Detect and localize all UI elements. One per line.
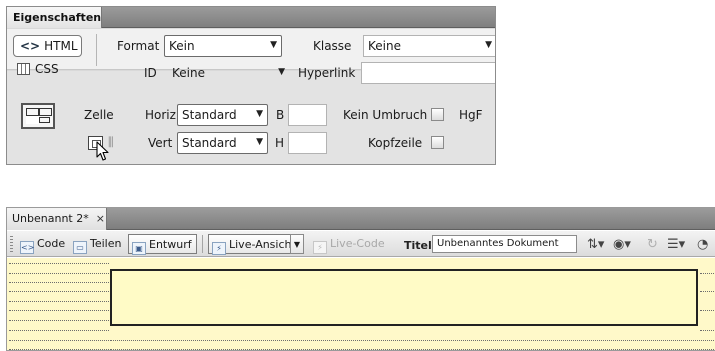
table-guide (9, 320, 109, 321)
table-guide (700, 310, 715, 311)
table-guide (9, 349, 109, 350)
format-value: Kein (169, 39, 195, 53)
cell-label: Zelle (84, 108, 114, 122)
toolbar-grip[interactable] (10, 236, 13, 252)
horiz-select[interactable]: Standard (177, 104, 268, 126)
code-view-label: Code (37, 237, 66, 250)
live-view-icon: ⚡ (212, 242, 226, 255)
code-view-icon: <> (20, 241, 35, 254)
no-wrap-checkbox[interactable] (431, 108, 444, 121)
id-value: Keine (172, 66, 205, 80)
table-guide (9, 263, 109, 264)
live-view-button[interactable]: ⚡ Live-Ansicht (208, 234, 301, 255)
table-guide (700, 291, 715, 292)
vert-value: Standard (182, 136, 237, 150)
bg-color-label: HgF (459, 108, 483, 122)
hyperlink-input[interactable] (361, 62, 495, 84)
file-management-icon[interactable]: ⇅▾ (587, 237, 604, 252)
divider (96, 34, 97, 66)
css-panel-icon (17, 63, 30, 75)
css-mode-label: CSS (35, 62, 59, 76)
hyperlink-label: Hyperlink (298, 66, 356, 80)
table-guide (9, 340, 109, 341)
close-icon[interactable]: × (96, 212, 105, 225)
id-label: ID (144, 66, 157, 80)
class-value: Keine (368, 39, 401, 53)
document-tab-label: Unbenannt 2* (12, 212, 89, 225)
split-view-label: Teilen (90, 237, 122, 250)
table-guide (110, 349, 715, 350)
format-label: Format (117, 39, 160, 53)
format-select[interactable]: Kein (164, 35, 282, 57)
design-view-label: Entwurf (149, 238, 192, 251)
css-mode-button[interactable]: CSS (17, 60, 59, 76)
split-view-icon: ▭ (73, 241, 87, 254)
document-tab[interactable]: Unbenannt 2* × (7, 208, 107, 230)
table-guide (9, 301, 109, 302)
header-label: Kopfzeile (368, 136, 423, 150)
design-canvas[interactable] (7, 258, 715, 350)
toolbar-divider (202, 235, 203, 253)
cursor-arrow-icon (96, 141, 109, 161)
visual-aids-icon[interactable]: ◔ (697, 237, 708, 252)
document-window: Unbenannt 2* × <> Code ▭ Teilen ▣ Entwurf ⚡ L… (6, 207, 715, 351)
table-cell-icon (21, 103, 55, 129)
view-options-icon[interactable]: ☰▾ (667, 237, 685, 252)
horiz-value: Standard (182, 108, 237, 122)
table-guide (700, 330, 715, 331)
table-guide (9, 330, 109, 331)
refresh-icon[interactable]: ↻ (647, 237, 658, 252)
title-value: Unbenanntes Dokument (437, 238, 559, 249)
split-view-button[interactable]: ▭ Teilen (70, 234, 125, 254)
class-label: Klasse (313, 39, 352, 53)
live-code-button[interactable]: ⚡ Live-Code (310, 234, 389, 254)
height-input[interactable] (288, 132, 327, 154)
design-view-button[interactable]: ▣ Entwurf (128, 234, 197, 255)
width-label: B (276, 108, 285, 122)
table-guide (9, 282, 109, 283)
id-select[interactable]: Keine (167, 62, 290, 84)
height-label: H (275, 136, 285, 150)
live-code-icon: ⚡ (313, 241, 327, 254)
no-wrap-label: Kein Umbruch (343, 108, 428, 122)
table-guide (9, 310, 109, 311)
selected-table-cell[interactable] (110, 269, 698, 326)
live-view-label: Live-Ansicht (229, 238, 296, 251)
table-guide (9, 273, 109, 274)
live-view-dropdown[interactable]: ▼ (290, 234, 304, 254)
width-input[interactable] (288, 104, 327, 126)
title-input[interactable]: Unbenanntes Dokument (432, 235, 577, 253)
document-toolbar: <> Code ▭ Teilen ▣ Entwurf ⚡ Live-Ansicht ▼ … (7, 231, 715, 257)
header-checkbox[interactable] (431, 136, 444, 149)
table-guide (9, 291, 109, 292)
properties-tab[interactable]: Eigenschaften (7, 7, 102, 28)
table-guide (700, 273, 715, 274)
code-view-button[interactable]: <> Code (17, 234, 69, 254)
document-tabbar: Unbenannt 2* × (7, 208, 715, 230)
html-mode-label: HTML (44, 39, 78, 53)
panel-tabbar: Eigenschaften (7, 7, 495, 28)
horiz-label: Horiz (145, 108, 176, 122)
live-code-label: Live-Code (330, 237, 385, 250)
class-select[interactable]: Keine (363, 35, 495, 57)
preview-browser-icon[interactable]: ◉▾ (613, 237, 631, 252)
vert-label: Vert (148, 136, 173, 150)
html-mode-button[interactable]: <> HTML (13, 35, 82, 57)
design-view-icon: ▣ (132, 242, 146, 255)
vert-select[interactable]: Standard (177, 132, 268, 154)
code-brackets-icon: <> (20, 39, 41, 53)
table-guide (110, 340, 715, 341)
properties-panel: Eigenschaften <>HTML CSS Format Kein Kla… (6, 6, 496, 165)
